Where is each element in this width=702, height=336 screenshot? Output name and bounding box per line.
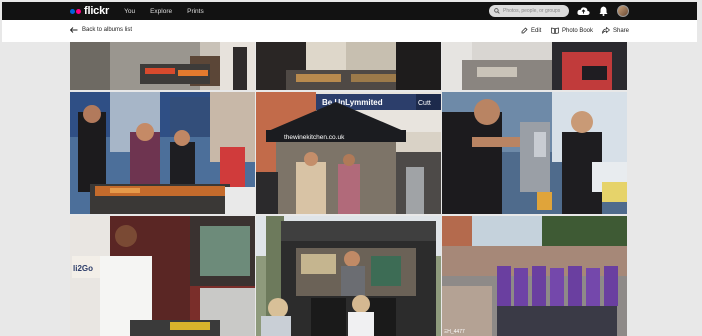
photo-tile[interactable] [442, 92, 627, 214]
bbq-grill-photo [70, 42, 255, 90]
bell-icon[interactable] [599, 6, 608, 16]
photo-tile[interactable] [70, 42, 255, 90]
upload-cloud-icon[interactable] [577, 6, 590, 16]
choir-crowd-photo: ΞH_4477 [442, 216, 627, 336]
serving-food-photo [442, 42, 627, 90]
nav-you[interactable]: You [124, 8, 135, 15]
top-nav: flickr You Explore Prints Photos, people… [2, 2, 697, 20]
beer-tap-photo [442, 92, 627, 214]
photo-tile[interactable] [442, 42, 627, 90]
photo-tile[interactable]: ΞH_4477 [442, 216, 627, 336]
search-placeholder: Photos, people, or groups [503, 8, 561, 14]
grill-chefs-photo [70, 92, 255, 214]
chef-white-shirt-photo: li2Go [70, 216, 255, 336]
avatar[interactable] [617, 5, 629, 17]
photo-grid: Be UnLymmited Cutt thewinekitchen.co.uk [70, 20, 627, 336]
shop-window-text: li2Go [73, 264, 93, 273]
photo-tile[interactable] [256, 216, 441, 336]
photo-tile[interactable]: li2Go [70, 216, 255, 336]
search-box[interactable]: Photos, people, or groups [489, 5, 569, 17]
logo-text: flickr [84, 5, 110, 17]
search-icon [494, 8, 500, 14]
photo-caption-text: ΞH_4477 [444, 329, 465, 335]
app-window: flickr You Explore Prints Photos, people… [0, 0, 702, 336]
logo-pink-dot [76, 8, 81, 14]
nav-explore[interactable]: Explore [150, 8, 172, 15]
logo-blue-dot [70, 8, 75, 14]
nav-prints[interactable]: Prints [187, 8, 204, 15]
food-truck-photo [256, 216, 441, 336]
wine-kitchen-gazebo-photo: Be UnLymmited Cutt thewinekitchen.co.uk [256, 92, 441, 214]
photo-tile[interactable]: Be UnLymmited Cutt thewinekitchen.co.uk [256, 92, 441, 214]
canopy-text: thewinekitchen.co.uk [284, 134, 345, 141]
cutt-sign-text: Cutt [418, 100, 431, 107]
flickr-logo[interactable]: flickr [70, 2, 109, 20]
photo-tile[interactable] [256, 42, 441, 90]
street-food-trays-photo [256, 42, 441, 90]
photo-tile[interactable] [70, 92, 255, 214]
